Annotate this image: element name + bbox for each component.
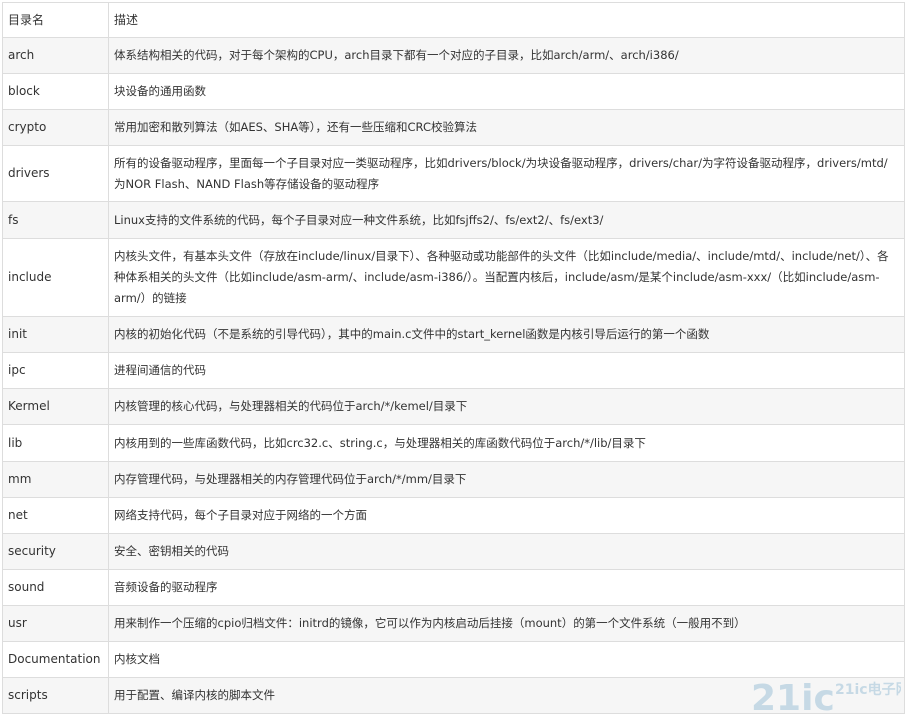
row-desc: 用来制作一个压缩的cpio归档文件：initrd的镜像，它可以作为内核启动后挂接… <box>108 605 905 642</box>
row-desc: 内核管理的核心代码，与处理器相关的代码位于arch/*/kemel/目录下 <box>108 388 905 425</box>
row-name: crypto <box>2 109 109 146</box>
row-desc: 内核用到的一些库函数代码，比如crc32.c、string.c，与处理器相关的库… <box>108 424 905 462</box>
table-row: arch 体系结构相关的代码，对于每个架构的CPU，arch目录下都有一个对应的… <box>2 37 905 74</box>
row-name: lib <box>2 424 109 462</box>
table-row: scripts 用于配置、编译内核的脚本文件 <box>2 677 905 714</box>
table-row: drivers 所有的设备驱动程序，里面每一个子目录对应一类驱动程序，比如dri… <box>2 145 905 202</box>
row-desc: 块设备的通用函数 <box>108 73 905 110</box>
table-row: usr 用来制作一个压缩的cpio归档文件：initrd的镜像，它可以作为内核启… <box>2 605 905 642</box>
table-header-row: 目录名 描述 <box>2 2 905 38</box>
row-name: drivers <box>2 145 109 202</box>
row-name: ipc <box>2 352 109 389</box>
table-row: include 内核头文件，有基本头文件（存放在include/linux/目录… <box>2 238 905 317</box>
row-desc: 网络支持代码，每个子目录对应于网络的一个方面 <box>108 497 905 534</box>
table-row: net 网络支持代码，每个子目录对应于网络的一个方面 <box>2 497 905 534</box>
row-name: arch <box>2 37 109 74</box>
row-desc: 所有的设备驱动程序，里面每一个子目录对应一类驱动程序，比如drivers/blo… <box>108 145 905 202</box>
row-name: init <box>2 316 109 353</box>
row-desc: 内存管理代码，与处理器相关的内存管理代码位于arch/*/mm/目录下 <box>108 461 905 498</box>
row-name: usr <box>2 605 109 642</box>
header-description: 描述 <box>108 2 905 38</box>
table-row: ipc 进程间通信的代码 <box>2 352 905 389</box>
table-row: init 内核的初始化代码（不是系统的引导代码），其中的main.c文件中的st… <box>2 316 905 353</box>
row-name: scripts <box>2 677 109 714</box>
table-row: lib 内核用到的一些库函数代码，比如crc32.c、string.c，与处理器… <box>2 424 905 462</box>
row-name: security <box>2 533 109 570</box>
row-name: include <box>2 238 109 317</box>
row-name: sound <box>2 569 109 606</box>
row-name: mm <box>2 461 109 498</box>
row-desc: 音频设备的驱动程序 <box>108 569 905 606</box>
row-desc: 常用加密和散列算法（如AES、SHA等），还有一些压缩和CRC校验算法 <box>108 109 905 146</box>
row-desc: Linux支持的文件系统的代码，每个子目录对应一种文件系统，比如fsjffs2/… <box>108 201 905 239</box>
table-row: fs Linux支持的文件系统的代码，每个子目录对应一种文件系统，比如fsjff… <box>2 201 905 239</box>
table-row: block 块设备的通用函数 <box>2 73 905 110</box>
row-desc: 内核头文件，有基本头文件（存放在include/linux/目录下）、各种驱动或… <box>108 238 905 317</box>
row-desc: 体系结构相关的代码，对于每个架构的CPU，arch目录下都有一个对应的子目录，比… <box>108 37 905 74</box>
directory-table: 目录名 描述 arch 体系结构相关的代码，对于每个架构的CPU，arch目录下… <box>2 2 905 714</box>
row-desc: 内核的初始化代码（不是系统的引导代码），其中的main.c文件中的start_k… <box>108 316 905 353</box>
table-row: Documentation 内核文档 <box>2 641 905 678</box>
row-desc: 内核文档 <box>108 641 905 678</box>
row-name: fs <box>2 201 109 239</box>
row-desc: 安全、密钥相关的代码 <box>108 533 905 570</box>
table-row: Kermel 内核管理的核心代码，与处理器相关的代码位于arch/*/kemel… <box>2 388 905 425</box>
row-desc: 进程间通信的代码 <box>108 352 905 389</box>
table-row: mm 内存管理代码，与处理器相关的内存管理代码位于arch/*/mm/目录下 <box>2 461 905 498</box>
header-dirname: 目录名 <box>2 2 109 38</box>
table-row: crypto 常用加密和散列算法（如AES、SHA等），还有一些压缩和CRC校验… <box>2 109 905 146</box>
row-name: Documentation <box>2 641 109 678</box>
table-row: security 安全、密钥相关的代码 <box>2 533 905 570</box>
row-desc: 用于配置、编译内核的脚本文件 <box>108 677 905 714</box>
table-row: sound 音频设备的驱动程序 <box>2 569 905 606</box>
row-name: block <box>2 73 109 110</box>
row-name: Kermel <box>2 388 109 425</box>
row-name: net <box>2 497 109 534</box>
